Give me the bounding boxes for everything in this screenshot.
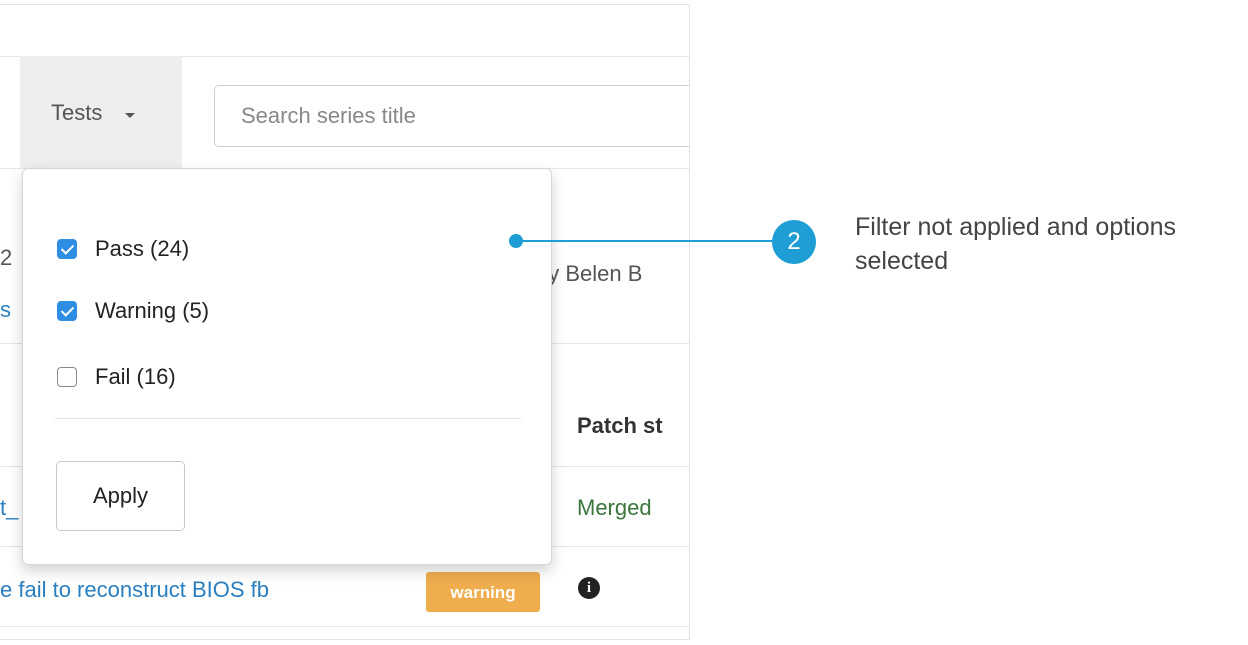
checkbox-unchecked-icon[interactable] [57,367,77,387]
patch-status-value: Merged [577,495,652,520]
apply-button[interactable]: Apply [56,461,185,531]
partial-link[interactable]: t_ [0,495,18,521]
filter-option-label: Warning (5) [95,298,210,323]
dropdown-divider [55,418,521,419]
tests-filter-label: Tests [51,100,103,125]
tests-filter-tab[interactable]: Tests [20,56,182,168]
partial-link[interactable]: s [0,297,11,323]
partial-text: 2 [0,245,13,270]
callout-dot [509,234,523,248]
caret-down-icon [125,113,135,118]
info-icon[interactable]: i [578,577,600,599]
callout-number-badge: 2 [772,220,816,264]
divider [0,626,689,627]
filter-option-label: Fail (16) [95,364,176,389]
search-input[interactable] [214,85,689,147]
filter-option-label: Pass (24) [95,236,190,261]
callout-annotation: Filter not applied and options selected [855,213,1177,275]
warning-badge: warning [426,572,540,612]
patch-status-header: Patch st [577,413,663,438]
checkbox-checked-icon[interactable] [57,301,77,321]
series-title-link[interactable]: e fail to reconstruct BIOS fb [0,577,269,603]
screenshot-frame: Tests 2 s by Belen B Patch st t_ Merged … [0,4,690,640]
callout-line [516,240,776,242]
tests-filter-dropdown: Pass (24) Warning (5) Fail (16) Apply [22,168,552,565]
checkbox-checked-icon[interactable] [57,239,77,259]
